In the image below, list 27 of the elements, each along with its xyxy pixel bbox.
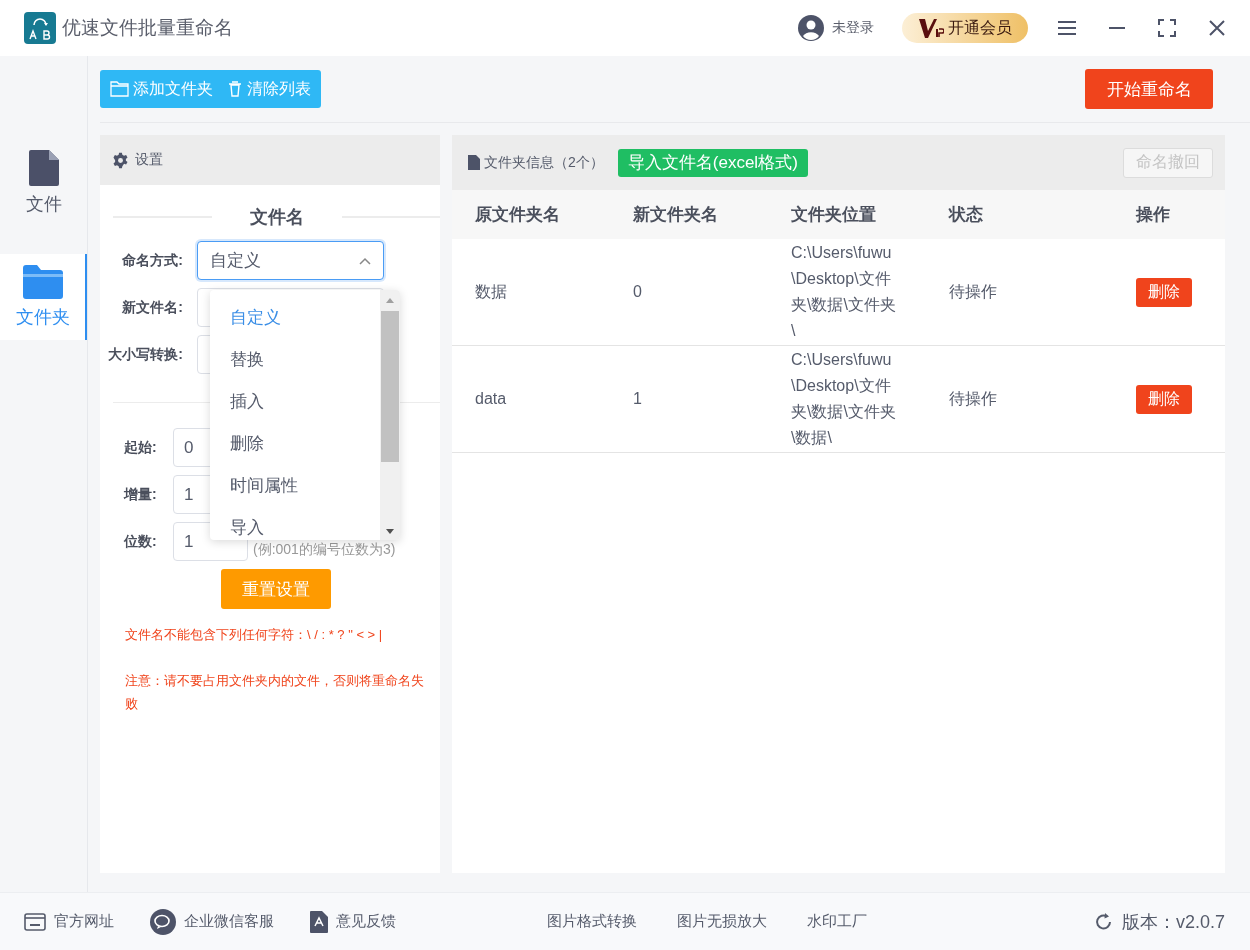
version-label: 版本：v2.0.7 — [1121, 910, 1225, 934]
table-cell-text: C:\Users\fuwu\Desktop\文件夹\数据\文件夹\数据\ — [791, 350, 897, 448]
window-title: 优速文件批量重命名 — [62, 16, 233, 40]
section-title: 文件名 — [248, 206, 305, 229]
table-cell: data — [475, 390, 507, 407]
table-cell: 0 — [633, 283, 642, 300]
column-header: 操作 — [1113, 190, 1225, 239]
table-cell: 数据 — [475, 282, 507, 300]
column-header: 原文件夹名 — [452, 190, 610, 239]
field-label: 增量: — [124, 485, 158, 504]
column-header: 状态 — [926, 190, 1113, 239]
field-label: 新文件名: — [121, 298, 184, 317]
table-cell: 待操作 — [949, 389, 997, 407]
column-header: 新文件夹名 — [610, 190, 768, 239]
field-label: 命名方式: — [121, 251, 184, 270]
field-label: 起始: — [124, 438, 158, 457]
field-label: 大小写转换: — [107, 345, 184, 364]
table-cell-text: C:\Users\fuwu\Desktop\文件夹\数据\文件夹\ — [791, 243, 897, 341]
field-hint: (例:001的编号位数为3) — [253, 540, 396, 559]
field-label: 位数: — [124, 532, 158, 551]
table-cell: 待操作 — [949, 282, 997, 300]
warning-text: 文件名不能包含下列任何字符：\ / : * ? " < > | — [125, 626, 384, 644]
warning-text: 注意：请不要占用文件夹内的文件，否则将重命名失败 — [125, 672, 425, 713]
column-header: 文件夹位置 — [768, 190, 926, 239]
panel-title: 文件夹信息（2个） — [484, 153, 604, 172]
table-cell: 1 — [633, 390, 642, 407]
panel-title: 设置 — [135, 151, 163, 169]
